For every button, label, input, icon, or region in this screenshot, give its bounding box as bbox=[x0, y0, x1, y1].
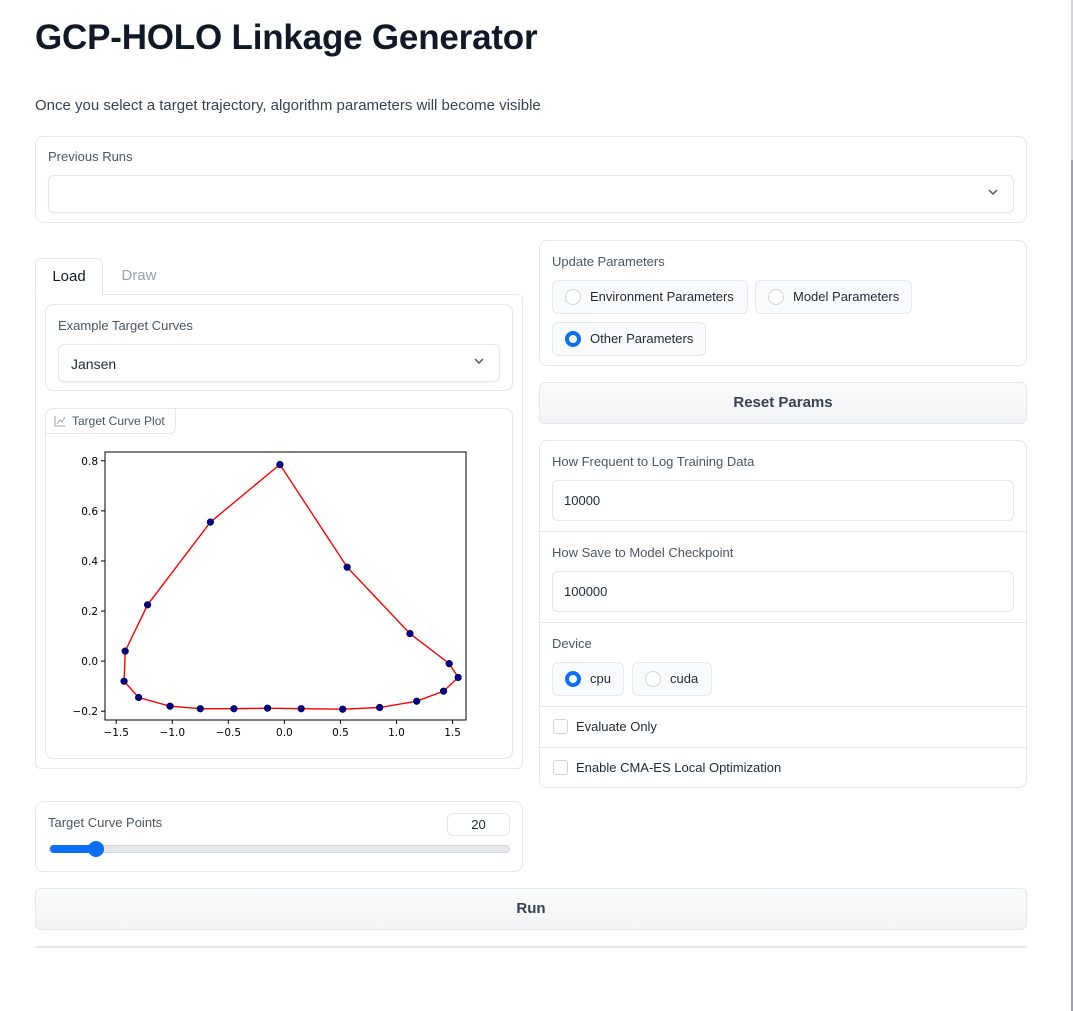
slider-track[interactable] bbox=[49, 841, 510, 857]
y-tick-label: −0.2 bbox=[73, 706, 99, 718]
curve-point bbox=[276, 460, 284, 469]
cma-es-label[interactable]: Enable CMA-ES Local Optimization bbox=[576, 760, 781, 775]
target-points-number-input[interactable]: 20 bbox=[447, 813, 510, 836]
y-tick-label: 0.0 bbox=[81, 656, 98, 668]
radio-device-cuda[interactable]: cuda bbox=[632, 662, 712, 696]
run-button[interactable]: Run bbox=[35, 888, 1027, 930]
curve-point bbox=[166, 702, 174, 710]
radio-model-parameters[interactable]: Model Parameters bbox=[755, 280, 912, 314]
divider bbox=[540, 747, 1026, 748]
divider bbox=[540, 622, 1026, 623]
radio-other-parameters[interactable]: Other Parameters bbox=[552, 322, 706, 356]
radio-label: Other Parameters bbox=[590, 331, 694, 346]
curve-point bbox=[343, 563, 351, 571]
example-curves-panel: Example Target Curves Jansen bbox=[45, 304, 513, 391]
previous-runs-label: Previous Runs bbox=[48, 149, 133, 164]
x-tick-label: 1.5 bbox=[444, 727, 461, 739]
other-params-panel: How Frequent to Log Training Data 10000 … bbox=[539, 440, 1027, 788]
curve-point bbox=[406, 629, 414, 638]
reset-params-button[interactable]: Reset Params bbox=[539, 382, 1027, 424]
x-tick-label: 1.0 bbox=[388, 727, 405, 739]
chart-icon bbox=[54, 416, 66, 427]
evaluate-only-checkbox[interactable] bbox=[553, 719, 568, 734]
plot-label: Target Curve Plot bbox=[72, 414, 165, 428]
plot-frame bbox=[104, 451, 467, 721]
curve-point bbox=[413, 697, 421, 705]
radio-label: cuda bbox=[670, 671, 699, 686]
previous-runs-dropdown[interactable] bbox=[48, 175, 1014, 213]
tab-draw[interactable]: Draw bbox=[103, 258, 175, 296]
radio-label: Model Parameters bbox=[793, 289, 900, 304]
chevron-down-icon bbox=[988, 189, 998, 196]
divider bbox=[540, 706, 1026, 707]
x-tick-label: −1.0 bbox=[160, 727, 186, 739]
page-title: GCP-HOLO Linkage Generator bbox=[35, 18, 538, 57]
curve-point bbox=[230, 705, 238, 713]
example-curves-value: Jansen bbox=[71, 356, 117, 372]
curve-point bbox=[454, 673, 462, 682]
checkpoint-input[interactable]: 100000 bbox=[552, 571, 1014, 612]
curve-point bbox=[376, 703, 384, 712]
tab-load[interactable]: Load bbox=[35, 258, 103, 296]
y-tick-label: 0.4 bbox=[81, 556, 98, 568]
update-params-label: Update Parameters bbox=[552, 254, 665, 269]
radio-label: Environment Parameters bbox=[590, 289, 734, 304]
curve-point bbox=[196, 705, 204, 713]
radio-environment-parameters[interactable]: Environment Parameters bbox=[552, 280, 748, 314]
curve-point bbox=[121, 647, 129, 655]
radio-circle bbox=[645, 671, 661, 687]
x-tick-label: 0.5 bbox=[332, 727, 349, 739]
log-freq-input[interactable]: 10000 bbox=[552, 480, 1014, 521]
curve-point bbox=[144, 601, 152, 609]
cma-es-checkbox[interactable] bbox=[553, 760, 568, 775]
previous-runs-panel: Previous Runs bbox=[35, 136, 1027, 223]
log-freq-label: How Frequent to Log Training Data bbox=[552, 454, 755, 469]
curve-point bbox=[120, 677, 128, 685]
x-tick-label: −1.5 bbox=[103, 727, 129, 739]
y-tick-label: 0.6 bbox=[81, 506, 98, 518]
x-tick-label: 0.0 bbox=[276, 727, 293, 739]
x-tick-label: −0.5 bbox=[216, 727, 242, 739]
curve-point bbox=[339, 705, 347, 713]
plot-panel: Target Curve Plot −1.5 −1.0 −0.5 0.0 0.5 1.0 1… bbox=[45, 408, 513, 759]
update-params-panel: Update Parameters Environment Parameters… bbox=[539, 240, 1027, 366]
divider bbox=[540, 531, 1026, 532]
slider-thumb[interactable] bbox=[87, 841, 104, 857]
example-curves-label: Example Target Curves bbox=[58, 318, 193, 333]
device-label: Device bbox=[552, 636, 592, 651]
example-curves-dropdown[interactable]: Jansen bbox=[58, 344, 500, 382]
evaluate-only-label[interactable]: Evaluate Only bbox=[576, 719, 657, 734]
curve-point bbox=[439, 687, 448, 695]
curve-point bbox=[206, 518, 214, 526]
target-points-label: Target Curve Points bbox=[48, 815, 163, 830]
y-tick-label: 0.2 bbox=[81, 606, 98, 618]
radio-circle-selected bbox=[565, 671, 581, 687]
radio-circle-selected bbox=[565, 331, 581, 347]
radio-label: cpu bbox=[590, 671, 611, 686]
curve-point bbox=[263, 704, 272, 712]
bottom-divider bbox=[35, 946, 1027, 948]
y-tick-label: 0.8 bbox=[81, 456, 98, 468]
target-points-panel: Target Curve Points 20 bbox=[35, 801, 523, 872]
checkpoint-label: How Save to Model Checkpoint bbox=[552, 545, 734, 560]
curve-point bbox=[135, 693, 143, 702]
plot-label-badge: Target Curve Plot bbox=[46, 409, 176, 434]
radio-device-cpu[interactable]: cpu bbox=[552, 662, 624, 696]
radio-circle bbox=[565, 289, 581, 305]
curve-point bbox=[445, 660, 453, 668]
radio-circle bbox=[768, 289, 784, 305]
chevron-down-icon bbox=[474, 358, 484, 365]
target-curve-chart: −1.5 −1.0 −0.5 0.0 0.5 1.0 1.5 −0.2 0.0 0.2 0.4 0.6… bbox=[73, 451, 467, 739]
page-subtitle: Once you select a target trajectory, alg… bbox=[35, 97, 541, 114]
curve-point bbox=[297, 705, 305, 713]
